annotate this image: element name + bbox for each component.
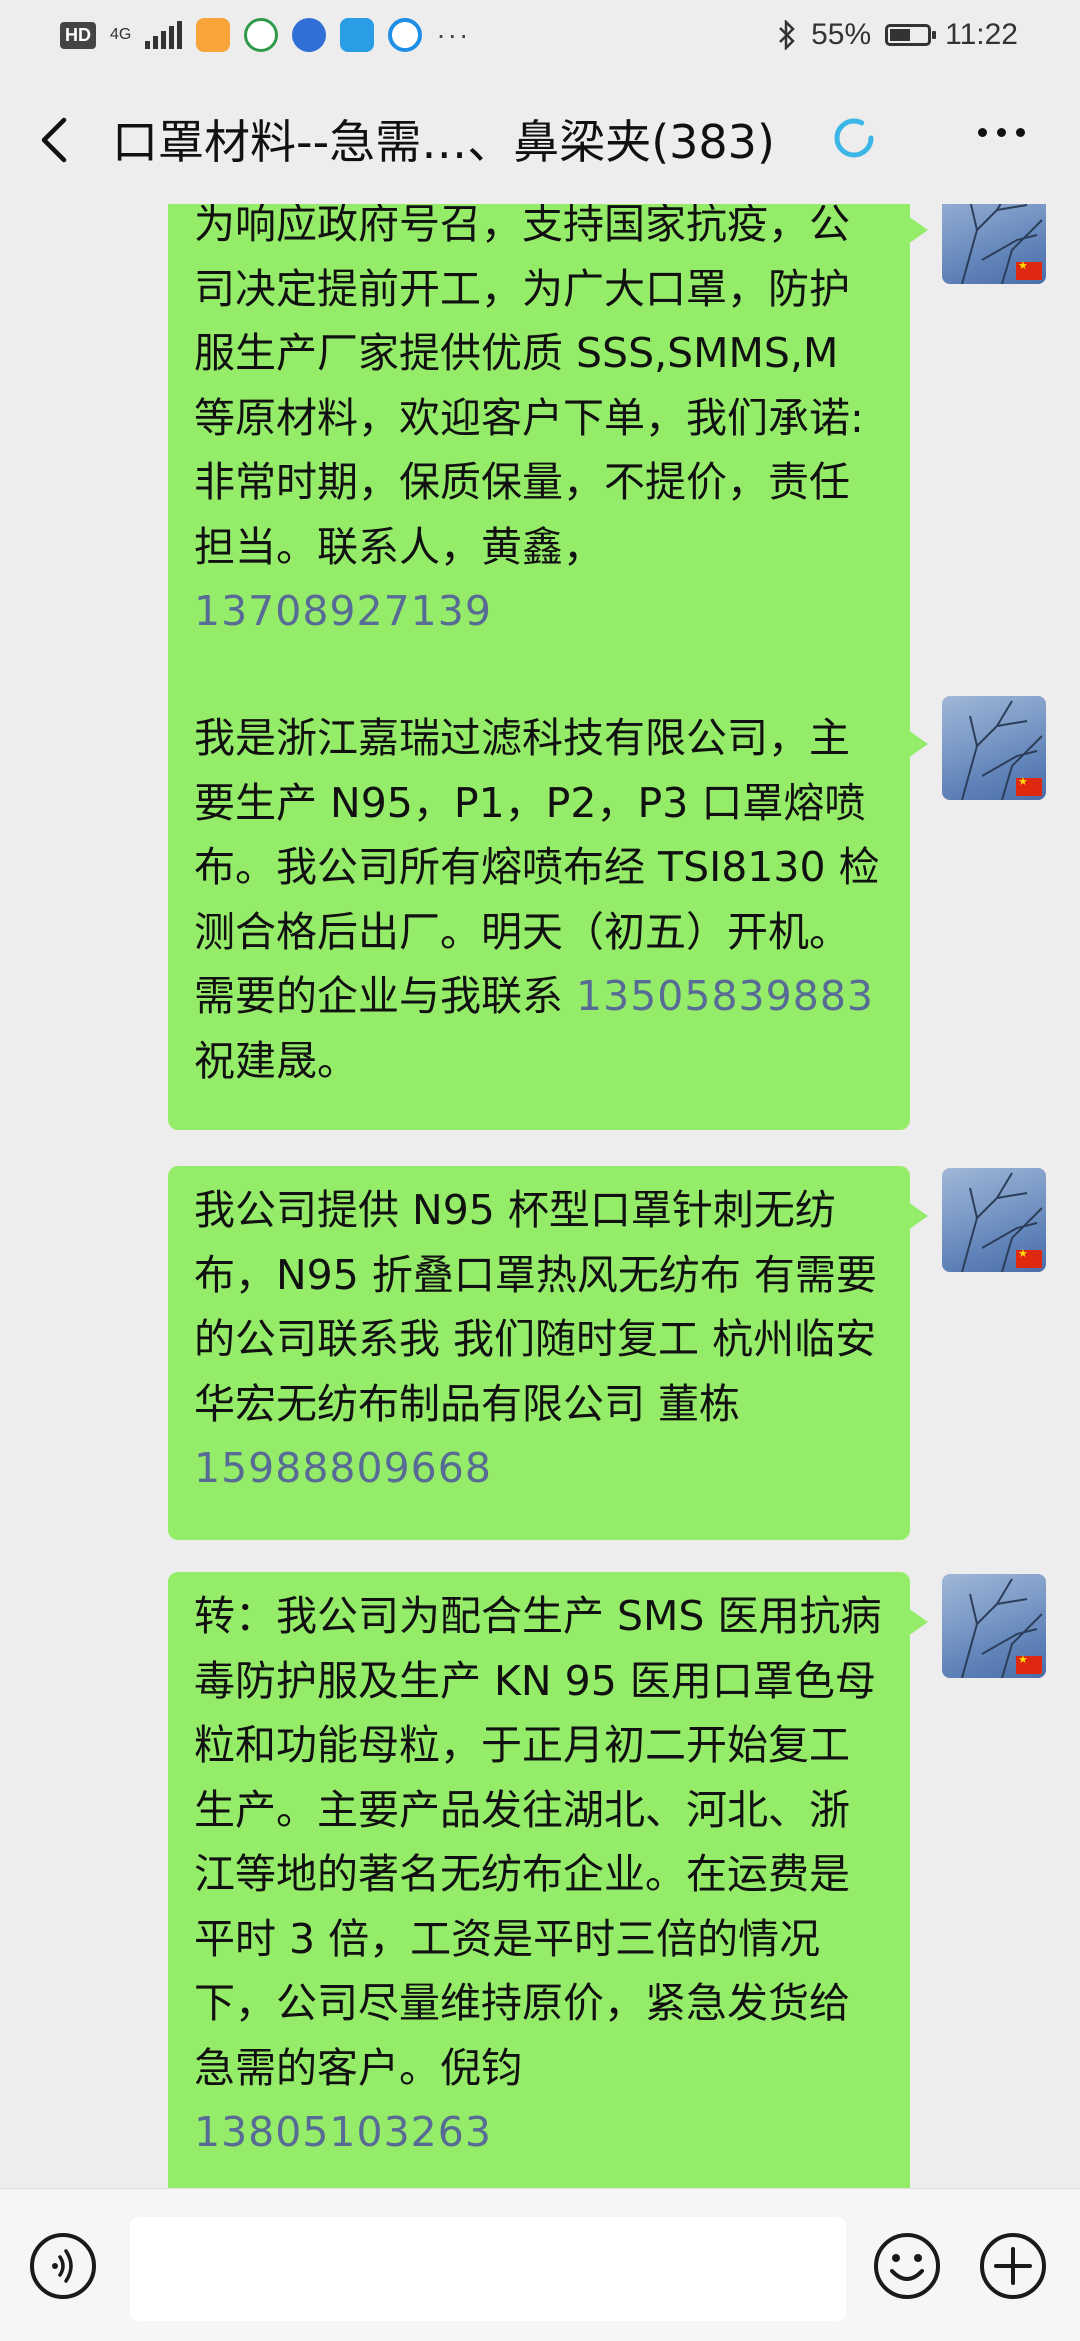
phone-link[interactable]: 13708927139 [194,579,886,644]
phone-link[interactable]: 13505839883 [576,972,874,1020]
flag-badge-icon [1016,1653,1042,1674]
status-bar: HD 4G ··· 55% 11:22 [0,0,1080,76]
qq-browser-icon [244,18,279,52]
chat-title: 口罩材料--急需…、鼻梁夹(383) [112,115,775,169]
avatar[interactable] [942,204,1046,284]
clock: 11:22 [945,18,1018,51]
feishu-icon [340,18,375,52]
network-type: 4G [110,26,132,43]
message-text: 转：我公司为配合生产 SMS 医用抗病毒防护服及生产 KN 95 医用口罩色母粒… [194,1592,882,2092]
message-text: 为响应政府号召，支持国家抗疫，公司决定提前开工，为广大口罩，防护服生产厂家提供优… [194,204,864,571]
message-bubble[interactable]: 我是浙江嘉瑞过滤科技有限公司，主要生产 N95，P1，P2，P3 口罩熔喷布。我… [168,694,928,1130]
message-bubble[interactable]: 为响应政府号召，支持国家抗疫，公司决定提前开工，为广大口罩，防护服生产厂家提供优… [168,204,928,746]
hd-badge: HD [60,21,96,49]
signal-icon [145,21,183,49]
input-bar [0,2188,1080,2341]
baidu-icon [292,18,327,52]
status-right: 55% 11:22 [777,18,1018,52]
emoji-button[interactable] [872,2231,942,2301]
status-left: HD 4G ··· [60,18,470,52]
flag-badge-icon [1016,775,1042,796]
back-button[interactable] [34,116,78,164]
bluetooth-icon [779,20,795,50]
more-notifications-icon: ··· [436,19,471,50]
flag-badge-icon [1016,259,1042,280]
avatar[interactable] [942,1168,1046,1272]
chat-header: 口罩材料--急需…、鼻梁夹(383) [0,76,1080,204]
more-dot [997,128,1006,137]
message-bubble[interactable]: 我公司提供 N95 杯型口罩针刺无纺布，N95 折叠口罩热风无纺布 有需要的公司… [168,1166,928,1540]
loading-ring-icon [834,118,874,158]
circle-app-icon [388,18,423,52]
avatar[interactable] [942,696,1046,800]
avatar[interactable] [942,1574,1046,1678]
battery-icon [885,24,937,46]
flag-badge-icon [1016,1247,1042,1268]
message-bubble[interactable]: 转：我公司为配合生产 SMS 医用抗病毒防护服及生产 KN 95 医用口罩色母粒… [168,1572,928,2188]
message-list[interactable]: 为响应政府号召，支持国家抗疫，公司决定提前开工，为广大口罩，防护服生产厂家提供优… [0,204,1080,2188]
battery-percent: 55% [811,18,872,51]
phone-link[interactable]: 15988809668 [194,1436,886,1501]
weibo-icon [196,18,231,52]
message-suffix: 祝建晟。 [194,1036,358,1085]
more-options-button[interactable] [978,128,1034,148]
voice-button[interactable] [30,2233,96,2299]
more-dot [978,128,987,137]
plus-button[interactable] [978,2231,1048,2301]
voice-icon [52,2249,73,2283]
more-dot [1016,128,1025,137]
message-input[interactable] [130,2217,846,2321]
message-text: 我公司提供 N95 杯型口罩针刺无纺布，N95 折叠口罩热风无纺布 有需要的公司… [194,1186,877,1428]
phone-link[interactable]: 13805103263 [194,2100,886,2165]
